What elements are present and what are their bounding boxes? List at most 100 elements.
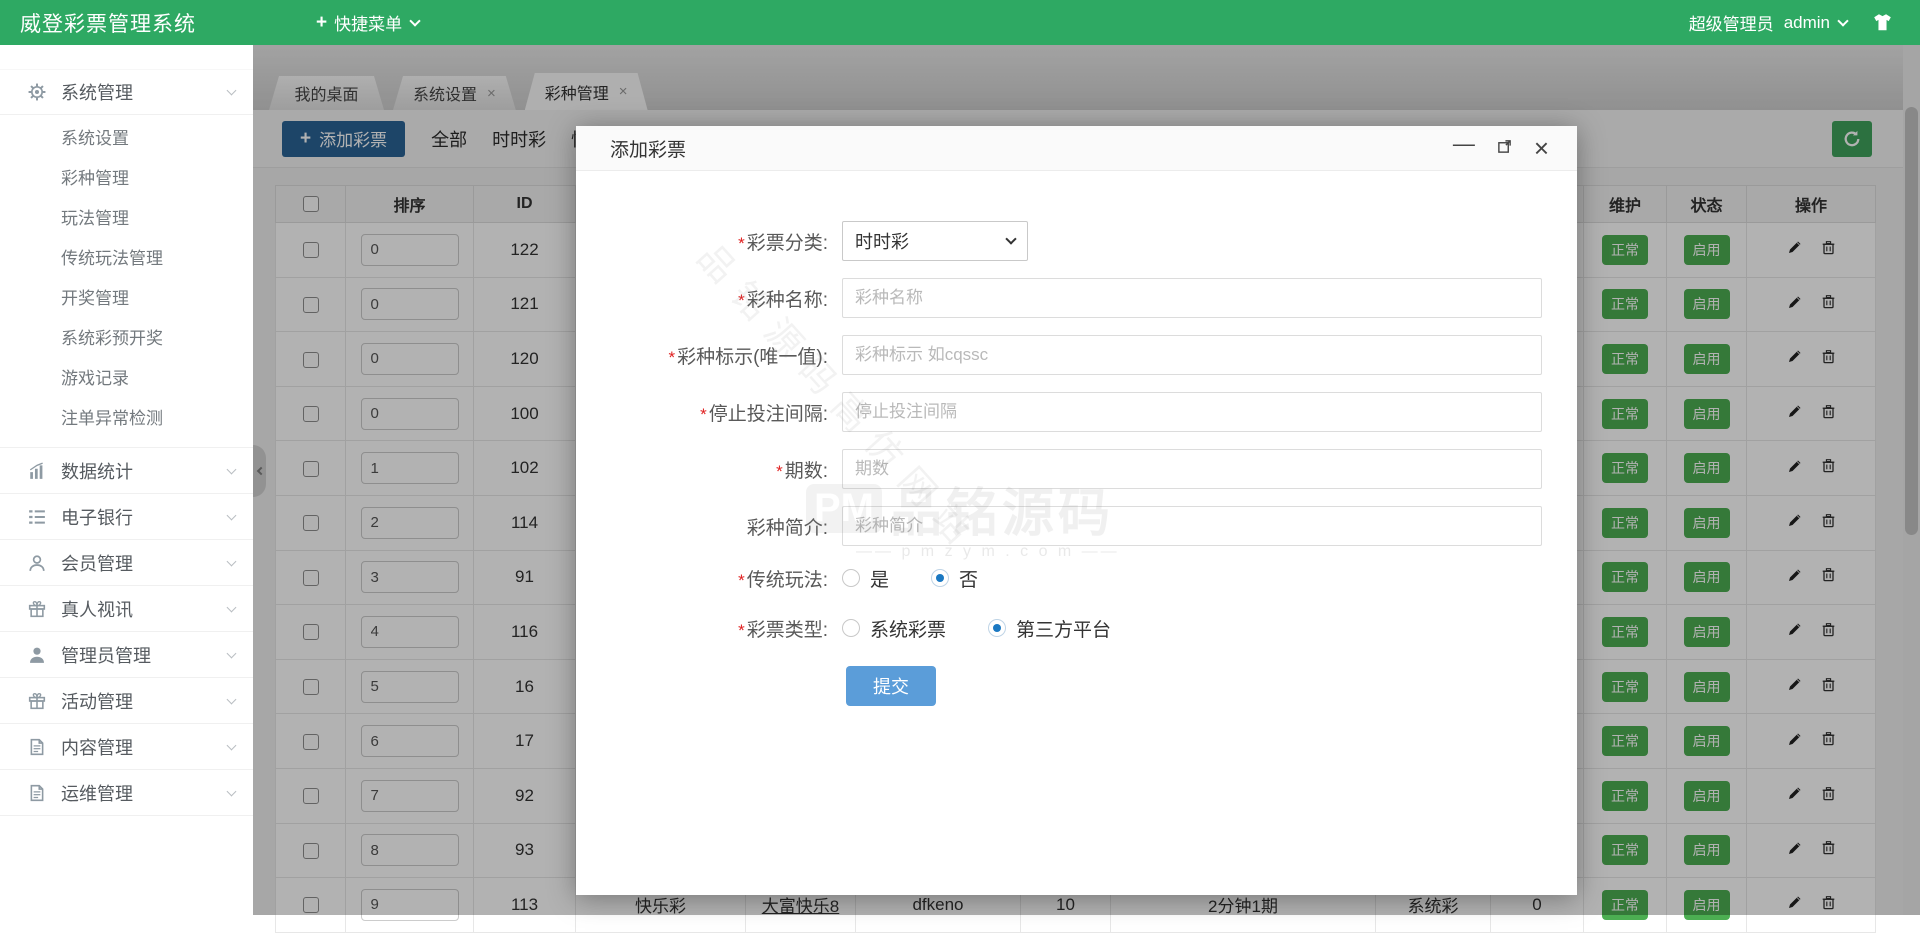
form-row-name: *彩种名称:: [576, 278, 1577, 318]
plus-icon: +: [316, 12, 327, 34]
modal-body: PM 品铭源码 —— p m z y m . c o m —— 品铭源码高仿网站…: [576, 171, 1577, 706]
sidebar-item-玩法管理[interactable]: 玩法管理: [0, 199, 253, 239]
field-label: *彩票类型:: [576, 615, 842, 642]
gift-icon: [28, 691, 48, 711]
sidebar-group-8[interactable]: 运维管理: [0, 770, 253, 816]
chevron-down-icon: [1005, 233, 1016, 244]
sidebar-group-label: 内容管理: [61, 734, 228, 760]
code-input[interactable]: [842, 335, 1542, 375]
sidebar-group-0[interactable]: 系统管理: [0, 69, 253, 115]
field-label: *彩种简介:: [576, 513, 842, 540]
field-label: *彩种标示(唯一值):: [576, 342, 842, 369]
required-asterisk: *: [668, 348, 675, 367]
chevron-down-icon: [227, 602, 237, 612]
sidebar-group-label: 数据统计: [61, 458, 228, 484]
required-asterisk: *: [738, 234, 745, 253]
user-solid-icon: [28, 645, 48, 665]
quick-menu-label: 快捷菜单: [334, 10, 402, 35]
intro-input[interactable]: [842, 506, 1542, 546]
chevron-down-icon: [409, 15, 420, 26]
quick-menu-button[interactable]: + 快捷菜单: [316, 10, 419, 35]
sidebar-group-label: 会员管理: [61, 550, 228, 576]
form-row-traditional: *传统玩法: 是 否: [576, 563, 1577, 593]
field-label: *传统玩法:: [576, 565, 842, 592]
sidebar-item-系统彩预开奖[interactable]: 系统彩预开奖: [0, 319, 253, 359]
sidebar-group-label: 运维管理: [61, 780, 228, 806]
radio-icon[interactable]: [931, 569, 949, 587]
field-label: *停止投注间隔:: [576, 399, 842, 426]
chevron-down-icon: [227, 648, 237, 658]
doc-icon: [28, 783, 48, 803]
category-select[interactable]: 时时彩: [842, 221, 1028, 261]
form-row-category: *彩票分类: 时时彩: [576, 221, 1577, 261]
sidebar-group-label: 系统管理: [61, 79, 228, 105]
username: admin: [1784, 13, 1830, 33]
list-icon: [28, 507, 48, 527]
modal-header: 添加彩票 — ×: [576, 126, 1577, 171]
sidebar-item-系统设置[interactable]: 系统设置: [0, 119, 253, 159]
sidebar-group-2[interactable]: 电子银行: [0, 494, 253, 540]
doc-icon: [28, 737, 48, 757]
sidebar-item-彩种管理[interactable]: 彩种管理: [0, 159, 253, 199]
sidebar-group-1[interactable]: 数据统计: [0, 448, 253, 494]
sidebar-group-7[interactable]: 内容管理: [0, 724, 253, 770]
add-lottery-modal: 添加彩票 — × PM 品铭源码 —— p m z y m . c o m ——…: [576, 126, 1577, 895]
required-asterisk: *: [738, 621, 745, 640]
required-asterisk: *: [738, 571, 745, 590]
theme-shirt-icon[interactable]: [1873, 13, 1892, 32]
sidebar-group-5[interactable]: 管理员管理: [0, 632, 253, 678]
field-label: *期数:: [576, 456, 842, 483]
radio-icon[interactable]: [842, 569, 860, 587]
form-row-period: *期数:: [576, 449, 1577, 489]
minimize-icon[interactable]: —: [1453, 133, 1475, 155]
form-row-stop: *停止投注间隔:: [576, 392, 1577, 432]
field-label: *彩种名称:: [576, 285, 842, 312]
sidebar: 系统管理系统设置彩种管理玩法管理传统玩法管理开奖管理系统彩预开奖游戏记录注单异常…: [0, 45, 253, 915]
form-row-type: *彩票类型: 系统彩票 第三方平台: [576, 613, 1577, 643]
sidebar-group-6[interactable]: 活动管理: [0, 678, 253, 724]
chevron-down-icon: [227, 556, 237, 566]
chevron-down-icon: [227, 464, 237, 474]
required-asterisk: *: [700, 405, 707, 424]
sidebar-group-label: 真人视讯: [61, 596, 228, 622]
sidebar-group-label: 活动管理: [61, 688, 228, 714]
form-row-code: *彩种标示(唯一值):: [576, 335, 1577, 375]
radio-icon[interactable]: [988, 619, 1006, 637]
type-thirdparty-option[interactable]: 第三方平台: [988, 615, 1111, 642]
sidebar-item-游戏记录[interactable]: 游戏记录: [0, 359, 253, 399]
category-select-value: 时时彩: [855, 228, 909, 254]
name-input[interactable]: [842, 278, 1542, 318]
type-system-option[interactable]: 系统彩票: [842, 615, 946, 642]
radio-icon[interactable]: [842, 619, 860, 637]
gear-icon: [28, 82, 48, 102]
gift-icon: [28, 599, 48, 619]
required-asterisk: *: [776, 462, 783, 481]
stop-interval-input[interactable]: [842, 392, 1542, 432]
user-outline-icon: [28, 553, 48, 573]
sidebar-group-label: 管理员管理: [61, 642, 228, 668]
topbar: 威登彩票管理系统 + 快捷菜单 超级管理员 admin: [0, 0, 1920, 45]
traditional-no-option[interactable]: 否: [931, 565, 978, 592]
sidebar-group-3[interactable]: 会员管理: [0, 540, 253, 586]
app-title: 威登彩票管理系统: [20, 8, 196, 38]
chevron-down-icon: [227, 694, 237, 704]
maximize-icon[interactable]: [1497, 138, 1512, 158]
chevron-down-icon: [1837, 15, 1848, 26]
required-asterisk: *: [738, 291, 745, 310]
sidebar-group-4[interactable]: 真人视讯: [0, 586, 253, 632]
submit-button[interactable]: 提交: [846, 666, 936, 706]
chevron-down-icon: [227, 786, 237, 796]
period-input[interactable]: [842, 449, 1542, 489]
traditional-yes-option[interactable]: 是: [842, 565, 889, 592]
close-icon[interactable]: ×: [1534, 135, 1549, 161]
sidebar-item-传统玩法管理[interactable]: 传统玩法管理: [0, 239, 253, 279]
sidebar-item-注单异常检测[interactable]: 注单异常检测: [0, 399, 253, 439]
sidebar-menu: 系统管理系统设置彩种管理玩法管理传统玩法管理开奖管理系统彩预开奖游戏记录注单异常…: [0, 69, 253, 816]
field-label: *彩票分类:: [576, 228, 842, 255]
sidebar-group-label: 电子银行: [61, 504, 228, 530]
sidebar-item-开奖管理[interactable]: 开奖管理: [0, 279, 253, 319]
form-row-intro: *彩种简介:: [576, 506, 1577, 546]
user-menu[interactable]: 超级管理员 admin: [1689, 10, 1847, 35]
chart-icon: [28, 461, 48, 481]
chevron-down-icon: [227, 86, 237, 96]
